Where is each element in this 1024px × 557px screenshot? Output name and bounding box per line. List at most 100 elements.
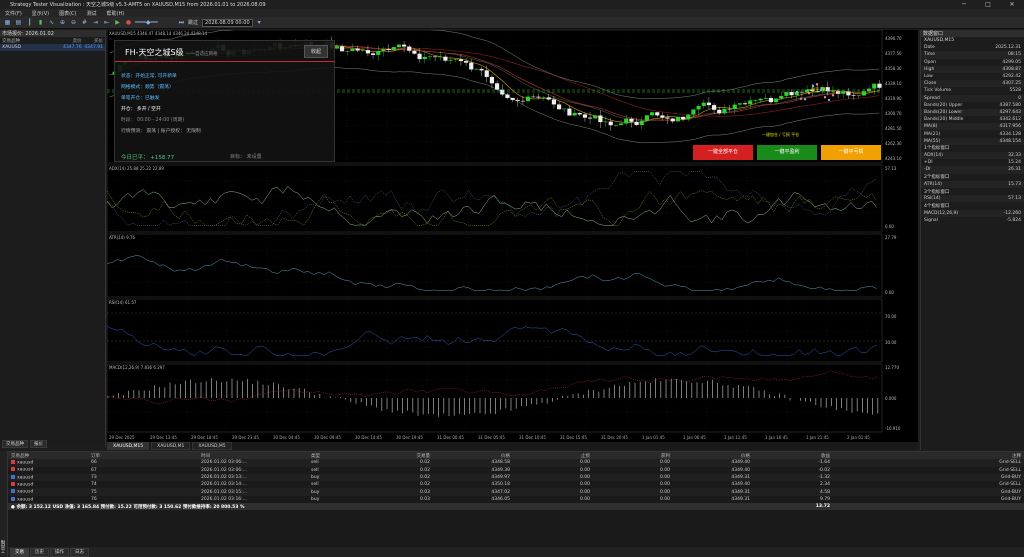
trade-cell-type: sell: [311, 482, 319, 488]
candle-body: [825, 87, 830, 92]
toolbox-label: 工具箱: [1, 539, 6, 554]
trade-row[interactable]: xauusd 75 2026.01.02 03:15:... buy 0.03 4347.…: [8, 488, 1024, 496]
data-value: 5528: [1009, 88, 1021, 94]
candle-body: [495, 83, 500, 90]
data-key: Bands(20) Middle: [924, 117, 964, 123]
trade-cell-cur: 4349.40: [673, 459, 753, 467]
th-type[interactable]: 类型: [308, 452, 388, 460]
candle-body: [407, 46, 412, 51]
col-bid[interactable]: 卖价: [60, 38, 82, 44]
minimize-button[interactable]: ─: [952, 1, 976, 8]
candle-body: [484, 70, 489, 77]
tab-trade[interactable]: 交易: [10, 547, 29, 557]
zoom-in-icon[interactable]: ⊕: [58, 18, 67, 27]
tab-chart-m5[interactable]: XAUUSD,M5: [192, 442, 232, 450]
col-symbol[interactable]: 交易品种: [2, 38, 60, 44]
time-tick-label: 29 Dec 2025: [109, 435, 135, 440]
candle-body: [417, 53, 422, 60]
data-window-icon[interactable]: ▤: [14, 18, 23, 27]
candle-body: [433, 56, 438, 58]
price-tick-label: 4377.50: [885, 51, 902, 56]
symbol-ask: 4347.91: [84, 45, 103, 50]
tab-history[interactable]: 历史: [30, 547, 49, 557]
data-key: Open: [924, 59, 937, 65]
data-row: Time 08:15: [921, 51, 1024, 59]
th-time[interactable]: 时间: [198, 452, 308, 460]
data-row: Low 4292.42: [921, 73, 1024, 80]
trade-cell-vol: 0.02: [419, 482, 430, 488]
candle-body: [686, 114, 691, 120]
ea-name: FH-天空之城S级: [125, 48, 184, 57]
candle-body: [712, 105, 717, 110]
trade-cell-sl: 0.00: [513, 473, 593, 482]
th-sl[interactable]: 止损: [513, 452, 593, 460]
trade-row[interactable]: xauusd 74 2026.01.02 03:14:... sell 0.02 4350…: [8, 481, 1024, 488]
candlestick-icon[interactable]: ▮: [36, 18, 45, 27]
line-chart-icon[interactable]: ∿: [47, 18, 56, 27]
data-value: 32.33: [1008, 153, 1021, 159]
close-profit-button[interactable]: 一键平盈利: [757, 145, 817, 160]
trade-symbol: xauusd: [17, 497, 34, 503]
trade-cell-price: 4347.02: [433, 488, 513, 496]
stop-icon[interactable]: ●: [124, 18, 133, 27]
speed-slider[interactable]: ━━━◆━━: [135, 18, 175, 27]
data-window-title: 数据窗口: [921, 30, 1024, 37]
chart-pane: [106, 363, 883, 433]
menu-view[interactable]: 显示(V): [32, 10, 49, 17]
play-icon[interactable]: ▶: [113, 18, 122, 27]
order-marker: [795, 90, 799, 94]
close-all-button[interactable]: 一键全部平仓: [693, 145, 753, 160]
skip-icon[interactable]: ⏭: [177, 18, 186, 27]
calendar-icon[interactable]: ▾: [255, 18, 264, 27]
trade-row[interactable]: xauusd 67 2026.01.02 03:06:... sell 0.02 4349…: [8, 467, 1024, 474]
tab-quotes[interactable]: 报价: [30, 440, 47, 448]
th-current-price[interactable]: 价格: [673, 452, 753, 460]
chart-shift-icon[interactable]: ⇤: [102, 18, 111, 27]
trade-row[interactable]: xauusd 66 2026.01.02 03:06:... sell 0.02 4348…: [8, 459, 1024, 467]
zoom-out-icon[interactable]: ⊖: [69, 18, 78, 27]
trade-cell-sl: 0.00: [579, 496, 590, 502]
close-window-button[interactable]: ✕: [1000, 1, 1024, 8]
candle-body: [438, 56, 443, 58]
tab-journal[interactable]: 日志: [70, 547, 89, 557]
col-ask[interactable]: 买价: [82, 38, 103, 44]
trade-row[interactable]: xauusd 73 2026.01.02 03:13:... buy 0.02 4349.…: [8, 473, 1024, 482]
tab-chart-m1[interactable]: XAUUSD,M1: [151, 442, 191, 450]
candle-body: [681, 116, 686, 120]
th-tp[interactable]: 获利: [593, 452, 673, 460]
menu-test[interactable]: 测试: [87, 10, 97, 17]
menu-file[interactable]: 文件(F): [5, 10, 22, 17]
maximize-button[interactable]: □: [976, 1, 1000, 8]
trade-symbol: xauusd: [17, 467, 34, 473]
grid-icon[interactable]: #: [80, 18, 89, 27]
autoscroll-icon[interactable]: ⇥: [91, 18, 100, 27]
market-watch-icon[interactable]: ▦: [3, 18, 12, 27]
menu-charts[interactable]: 图表(C): [59, 10, 76, 17]
th-order[interactable]: 订单: [88, 452, 198, 460]
th-comment[interactable]: 注释: [833, 452, 1024, 460]
menu-help[interactable]: 帮助(H): [107, 10, 125, 17]
candle-body: [376, 50, 381, 55]
bar-chart-icon[interactable]: ┃: [25, 18, 34, 27]
trade-row[interactable]: xauusd 76 2026.01.02 03:16:... buy 0.03 4346.…: [8, 496, 1024, 503]
candle-body: [531, 96, 536, 98]
tab-operations[interactable]: 操作: [50, 547, 69, 557]
data-key: 1个指标窗口: [924, 146, 950, 152]
trade-cell-time: 2026.01.02 03:15:...: [198, 488, 308, 496]
th-volume[interactable]: 交易量: [388, 452, 433, 460]
symbol-row[interactable]: XAUUSD 4347.76 4347.91: [0, 44, 105, 51]
data-row: Bands(20) Lower 4297.643: [921, 108, 1024, 117]
skip-date-input[interactable]: 2026.08.09 00:00: [202, 18, 253, 27]
tab-chart-m15[interactable]: XAUUSD,M15: [107, 442, 150, 450]
th-price[interactable]: 价格: [433, 452, 513, 460]
close-loss-button[interactable]: 一键平亏损: [821, 145, 881, 160]
data-key: 2个指标窗口: [924, 175, 950, 181]
data-key: Date: [924, 45, 935, 51]
trade-cell-tp: 0.00: [659, 467, 670, 473]
collapse-button[interactable]: 收起: [303, 45, 328, 58]
candle-body: [639, 120, 644, 125]
th-symbol[interactable]: 交易品种: [8, 452, 88, 460]
th-profit[interactable]: 收益: [753, 452, 833, 460]
order-marker: [807, 91, 811, 95]
tab-symbols[interactable]: 交易品种: [2, 440, 28, 448]
